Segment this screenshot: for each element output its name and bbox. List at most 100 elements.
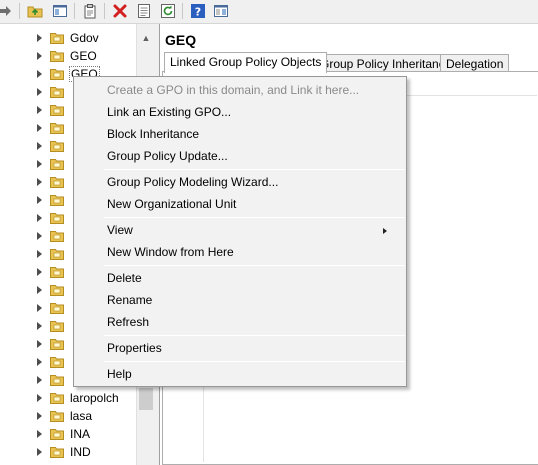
menu-separator bbox=[104, 335, 405, 336]
ou-folder-icon bbox=[50, 248, 64, 260]
delete-icon[interactable] bbox=[111, 2, 129, 20]
menu-separator bbox=[104, 169, 405, 170]
ou-folder-icon bbox=[50, 374, 64, 386]
menu-separator bbox=[104, 265, 405, 266]
expand-arrow-icon[interactable] bbox=[37, 52, 42, 60]
show-hide-tree-icon[interactable] bbox=[51, 2, 69, 20]
ou-folder-icon bbox=[50, 194, 64, 206]
expand-arrow-icon[interactable] bbox=[37, 34, 42, 42]
svg-text:?: ? bbox=[195, 6, 201, 19]
menu-delete[interactable]: Delete bbox=[107, 271, 397, 291]
tree-item-label: GEO bbox=[70, 49, 97, 63]
menu-block-inheritance[interactable]: Block Inheritance bbox=[107, 127, 397, 147]
ou-folder-icon bbox=[50, 32, 64, 44]
menu-link-existing-gpo[interactable]: Link an Existing GPO... bbox=[107, 105, 397, 125]
scrollbar-thumb[interactable] bbox=[139, 388, 153, 410]
ou-folder-icon bbox=[50, 122, 64, 134]
refresh-icon[interactable] bbox=[159, 2, 177, 20]
expand-arrow-icon[interactable] bbox=[37, 196, 42, 204]
tree-item-label: lasa bbox=[70, 409, 93, 423]
menu-group-policy-update[interactable]: Group Policy Update... bbox=[107, 149, 397, 169]
ou-folder-icon bbox=[50, 212, 64, 224]
expand-arrow-icon[interactable] bbox=[37, 160, 42, 168]
expand-arrow-icon[interactable] bbox=[37, 304, 42, 312]
expand-arrow-icon[interactable] bbox=[37, 88, 42, 96]
scroll-up-icon[interactable]: ▲ bbox=[137, 30, 155, 46]
ou-folder-icon bbox=[50, 50, 64, 62]
ou-folder-icon bbox=[50, 158, 64, 170]
ou-folder-icon bbox=[50, 86, 64, 98]
expand-arrow-icon[interactable] bbox=[37, 142, 42, 150]
tree-item[interactable]: IND bbox=[0, 443, 136, 461]
expand-arrow-icon[interactable] bbox=[37, 268, 42, 276]
up-folder-icon[interactable] bbox=[26, 2, 44, 20]
expand-arrow-icon[interactable] bbox=[37, 394, 42, 402]
menu-new-window[interactable]: New Window from Here bbox=[107, 245, 397, 265]
toolbar-separator bbox=[104, 3, 105, 19]
menu-view[interactable]: View bbox=[107, 223, 397, 243]
expand-arrow-icon[interactable] bbox=[37, 250, 42, 258]
toolbar-separator bbox=[182, 3, 183, 19]
ou-folder-icon bbox=[50, 104, 64, 116]
menu-properties[interactable]: Properties bbox=[107, 341, 397, 361]
toolbar: ? bbox=[0, 0, 538, 24]
tree-item[interactable]: lasa bbox=[0, 407, 136, 425]
help-icon[interactable]: ? bbox=[189, 2, 207, 20]
menu-separator bbox=[104, 361, 405, 362]
submenu-arrow-icon bbox=[383, 228, 387, 234]
expand-arrow-icon[interactable] bbox=[37, 106, 42, 114]
expand-arrow-icon[interactable] bbox=[37, 178, 42, 186]
ou-folder-icon bbox=[50, 410, 64, 422]
context-menu: Create a GPO in this domain, and Link it… bbox=[73, 76, 407, 387]
menu-new-ou[interactable]: New Organizational Unit bbox=[107, 197, 397, 217]
toolbar-separator bbox=[19, 3, 20, 19]
tree-item[interactable]: laropolch bbox=[0, 389, 136, 407]
tree-item[interactable]: GEO bbox=[0, 47, 136, 65]
ou-folder-icon bbox=[50, 338, 64, 350]
menu-view-label: View bbox=[107, 223, 133, 237]
menu-help[interactable]: Help bbox=[107, 367, 397, 387]
menu-rename[interactable]: Rename bbox=[107, 293, 397, 313]
expand-arrow-icon[interactable] bbox=[37, 448, 42, 456]
tree-item-label: INA bbox=[70, 427, 91, 441]
tree-item[interactable]: Gdov bbox=[0, 29, 136, 47]
ou-folder-icon bbox=[50, 284, 64, 296]
ou-folder-icon bbox=[50, 68, 64, 80]
properties-icon[interactable] bbox=[135, 2, 153, 20]
tree-item[interactable]: INA bbox=[0, 425, 136, 443]
ou-folder-icon bbox=[50, 446, 64, 458]
tab-gp-inheritance[interactable]: Group Policy Inheritance bbox=[314, 54, 458, 72]
menu-separator bbox=[104, 217, 405, 218]
clipboard-icon[interactable] bbox=[81, 2, 99, 20]
ou-folder-icon bbox=[50, 140, 64, 152]
expand-arrow-icon[interactable] bbox=[37, 124, 42, 132]
ou-title: GEQ bbox=[165, 32, 197, 48]
ou-folder-icon bbox=[50, 356, 64, 368]
ou-folder-icon bbox=[50, 392, 64, 404]
ou-folder-icon bbox=[50, 176, 64, 188]
ou-folder-icon bbox=[50, 428, 64, 440]
ou-folder-icon bbox=[50, 230, 64, 242]
tree-item-label: IND bbox=[70, 445, 91, 459]
tab-delegation[interactable]: Delegation bbox=[440, 54, 510, 72]
tree-item-label: laropolch bbox=[70, 391, 119, 405]
expand-arrow-icon[interactable] bbox=[37, 412, 42, 420]
action-pane-icon[interactable] bbox=[212, 2, 230, 20]
expand-arrow-icon[interactable] bbox=[37, 214, 42, 222]
expand-arrow-icon[interactable] bbox=[37, 286, 42, 294]
toolbar-separator bbox=[74, 3, 75, 19]
tab-linked-gpos[interactable]: Linked Group Policy Objects bbox=[164, 52, 328, 73]
forward-arrow-icon[interactable] bbox=[0, 2, 14, 20]
expand-arrow-icon[interactable] bbox=[37, 430, 42, 438]
expand-arrow-icon[interactable] bbox=[37, 340, 42, 348]
expand-arrow-icon[interactable] bbox=[37, 358, 42, 366]
expand-arrow-icon[interactable] bbox=[37, 322, 42, 330]
ou-folder-icon bbox=[50, 266, 64, 278]
expand-arrow-icon[interactable] bbox=[37, 232, 42, 240]
menu-modeling-wizard[interactable]: Group Policy Modeling Wizard... bbox=[107, 175, 397, 195]
expand-arrow-icon[interactable] bbox=[37, 376, 42, 384]
ou-folder-icon bbox=[50, 302, 64, 314]
menu-refresh[interactable]: Refresh bbox=[107, 315, 397, 335]
menu-create-gpo: Create a GPO in this domain, and Link it… bbox=[107, 83, 360, 97]
expand-arrow-icon[interactable] bbox=[37, 70, 42, 78]
